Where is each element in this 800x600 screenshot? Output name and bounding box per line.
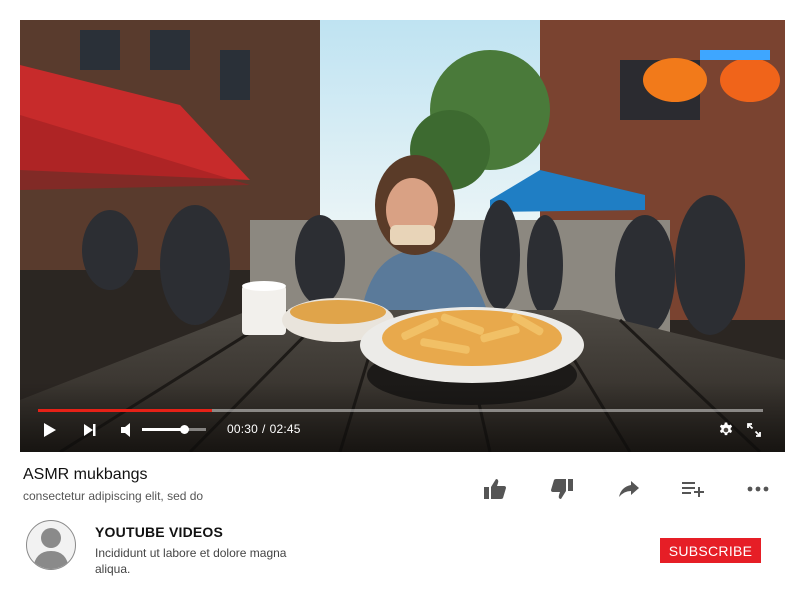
more-button[interactable]	[745, 476, 771, 502]
channel-name[interactable]: YOUTUBE VIDEOS	[95, 524, 223, 540]
settings-button[interactable]	[716, 420, 736, 440]
next-button[interactable]	[80, 420, 100, 440]
subscribe-button[interactable]: SUBSCRIBE	[660, 538, 761, 563]
dislike-button[interactable]	[549, 476, 575, 502]
play-icon	[44, 423, 56, 437]
volume-slider[interactable]	[142, 425, 206, 434]
like-button[interactable]	[482, 476, 508, 502]
volume-icon	[121, 423, 130, 437]
volume-knob[interactable]	[179, 425, 189, 434]
volume-button[interactable]	[118, 420, 138, 440]
add-to-playlist-button[interactable]	[680, 476, 706, 502]
video-title: ASMR mukbangs	[23, 466, 148, 483]
gear-icon	[719, 422, 733, 436]
share-button[interactable]	[616, 476, 642, 502]
progress-fill	[38, 409, 212, 412]
video-player[interactable]: 00:30/02:45	[20, 20, 785, 452]
time-separator: /	[262, 422, 266, 436]
add-to-playlist-icon	[682, 482, 704, 497]
avatar[interactable]	[26, 520, 76, 570]
next-icon	[84, 424, 96, 436]
controls-gradient	[20, 382, 785, 452]
video-subtitle: consectetur adipiscing elit, sed do	[23, 489, 204, 503]
time-total: 02:45	[269, 422, 301, 436]
user-icon	[33, 528, 69, 569]
like-icon	[484, 479, 506, 499]
time-display: 00:30/02:45	[227, 422, 301, 436]
volume-fill	[142, 428, 184, 431]
more-icon	[747, 486, 769, 492]
fullscreen-button[interactable]	[744, 420, 764, 440]
share-icon	[619, 481, 639, 497]
progress-bar[interactable]	[38, 409, 763, 412]
channel-description: Incididunt ut labore et dolore magna ali…	[95, 546, 287, 576]
fullscreen-icon	[747, 423, 761, 437]
play-button[interactable]	[40, 420, 60, 440]
dislike-icon	[551, 479, 573, 499]
time-current: 00:30	[227, 422, 259, 436]
